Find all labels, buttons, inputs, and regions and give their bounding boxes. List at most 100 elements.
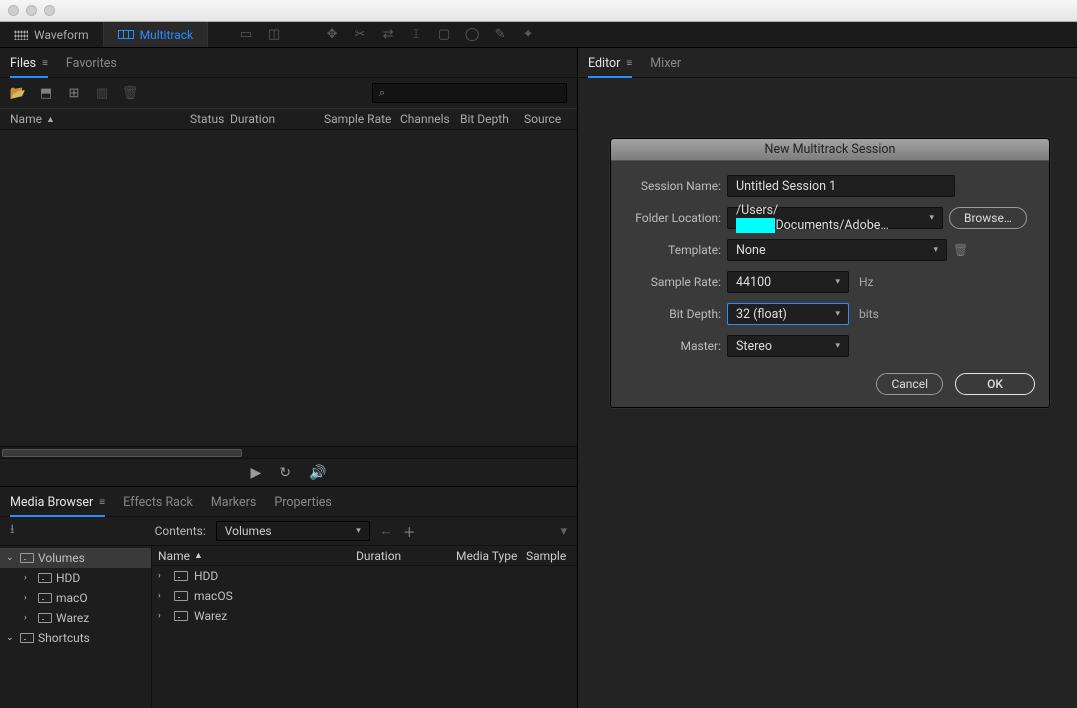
folder-path-value: /Users/████Documents/Adobe… [736, 203, 929, 233]
list-col-media-type[interactable]: Media Type [456, 549, 526, 563]
tab-markers[interactable]: Markers [211, 495, 256, 516]
mode-multitrack-tab[interactable]: Multitrack [104, 22, 209, 47]
tab-files[interactable]: Files ≡ [10, 56, 48, 78]
tool-heal-icon[interactable]: ✦ [520, 27, 536, 43]
multitrack-icon [118, 30, 134, 39]
list-item[interactable]: › HDD [152, 566, 577, 586]
tool-time-icon[interactable]: 𝙸 [408, 27, 424, 43]
zoom-traffic-light[interactable] [44, 5, 55, 16]
tab-media-browser[interactable]: Media Browser ≡ [10, 495, 105, 517]
auto-play-icon[interactable]: 🔊 [309, 465, 326, 481]
editor-tab-menu-icon[interactable]: ≡ [626, 58, 632, 69]
expand-arrow-icon[interactable]: › [158, 591, 168, 601]
bit-depth-select[interactable]: 32 (float) ▾ [727, 303, 849, 325]
new-file-icon[interactable]: ⊞ [66, 86, 82, 100]
expand-arrow-icon[interactable]: › [24, 573, 34, 583]
template-select[interactable]: None ▾ [727, 239, 947, 261]
play-icon[interactable]: ▶ [251, 465, 262, 481]
list-item[interactable]: › macOS [152, 586, 577, 606]
tool-brush-icon[interactable]: ✎ [492, 27, 508, 43]
col-sample-rate[interactable]: Sample Rate [324, 112, 400, 126]
tab-effects-rack[interactable]: Effects Rack [123, 495, 193, 516]
tool-lasso-icon[interactable]: ◯ [464, 27, 480, 43]
row-template: Template: None ▾ 🗑 [625, 239, 1035, 261]
list-item-name: HDD [194, 569, 218, 583]
mode-waveform-tab[interactable]: Waveform [0, 22, 104, 47]
col-source[interactable]: Source [524, 112, 561, 126]
drive-icon [38, 613, 52, 623]
browse-button[interactable]: Browse… [949, 207, 1027, 229]
files-scrollbar-thumb[interactable] [2, 449, 242, 457]
minimize-traffic-light[interactable] [26, 5, 37, 16]
add-shortcut-icon[interactable]: ＋ [403, 522, 416, 541]
row-master: Master: Stereo ▾ [625, 335, 1035, 357]
list-item[interactable]: › Warez [152, 606, 577, 626]
session-name-input[interactable]: Untitled Session 1 [727, 175, 955, 197]
expand-arrow-icon[interactable]: › [24, 613, 34, 623]
tree-label: Volumes [38, 551, 85, 565]
tab-editor[interactable]: Editor ≡ [588, 56, 632, 78]
tab-files-label: Files [10, 56, 36, 71]
files-transport: ▶ ↻ 🔊 [0, 458, 577, 486]
dialog-actions: Cancel OK [625, 367, 1035, 395]
tool-move-icon[interactable]: ✥ [324, 27, 340, 43]
tool-b-icon[interactable]: ◫ [266, 27, 282, 43]
delete-icon[interactable]: 🗑 [122, 86, 138, 100]
tool-razor-icon[interactable]: ✂ [352, 27, 368, 43]
master-select[interactable]: Stereo ▾ [727, 335, 849, 357]
record-file-icon[interactable]: ⬒ [38, 86, 54, 100]
tree-row-warez[interactable]: › Warez [0, 608, 151, 628]
tab-mixer[interactable]: Mixer [650, 56, 681, 77]
editor-panel-tabs: Editor ≡ Mixer [578, 48, 1077, 78]
open-file-icon[interactable]: 📂 [10, 86, 26, 100]
media-panel-tabs: Media Browser ≡ Effects Rack Markers Pro… [0, 487, 577, 517]
folder-location-select[interactable]: /Users/████Documents/Adobe… ▾ [727, 207, 943, 229]
tree-row-maco[interactable]: › macO [0, 588, 151, 608]
filter-icon[interactable]: ▾ [560, 524, 567, 539]
tool-a-icon[interactable]: ▭ [238, 27, 254, 43]
tab-favorites[interactable]: Favorites [66, 56, 117, 77]
files-horiz-scrollbar[interactable] [0, 446, 577, 458]
tree-row-hdd[interactable]: › HDD [0, 568, 151, 588]
tree-row-volumes[interactable]: ⌄ Volumes [0, 548, 151, 568]
ok-button[interactable]: OK [955, 373, 1035, 395]
loop-icon[interactable]: ↻ [279, 465, 291, 481]
files-search-input[interactable]: ⌕ [372, 83, 567, 103]
insert-clip-icon[interactable]: ▥ [94, 86, 110, 100]
drive-icon [174, 591, 188, 601]
list-col-duration[interactable]: Duration [356, 549, 456, 563]
close-traffic-light[interactable] [8, 5, 19, 16]
back-icon[interactable]: ← [380, 523, 393, 539]
tab-properties[interactable]: Properties [274, 495, 332, 516]
tool-toolbar: ▭ ◫ ✥ ✂ ⇄ 𝙸 ▢ ◯ ✎ ✦ [208, 22, 536, 47]
sample-rate-select[interactable]: 44100 ▾ [727, 271, 849, 293]
list-col-sample[interactable]: Sample [526, 549, 566, 563]
tree-label: macO [56, 591, 88, 605]
expand-arrow-icon[interactable]: › [158, 571, 168, 581]
contents-select[interactable]: Volumes ▾ [216, 521, 370, 541]
session-name-value: Untitled Session 1 [736, 179, 836, 194]
list-col-name[interactable]: Name ▲ [158, 549, 356, 563]
files-tab-menu-icon[interactable]: ≡ [42, 58, 48, 69]
col-status[interactable]: Status [190, 112, 230, 126]
tree-label: Shortcuts [38, 631, 90, 645]
list-item-name: macOS [194, 589, 233, 603]
col-name[interactable]: Name ▲ [10, 112, 190, 126]
expand-arrow-icon[interactable]: › [24, 593, 34, 603]
expand-arrow-icon[interactable]: ⌄ [6, 553, 16, 563]
col-channels[interactable]: Channels [400, 112, 460, 126]
delete-template-icon[interactable]: 🗑 [953, 243, 968, 257]
download-icon[interactable]: ⭳ [10, 520, 15, 542]
media-tab-menu-icon[interactable]: ≡ [99, 497, 105, 508]
mode-waveform-label: Waveform [34, 28, 89, 42]
cancel-button[interactable]: Cancel [876, 373, 943, 395]
contents-label: Contents: [155, 524, 206, 538]
tool-marquee-icon[interactable]: ▢ [436, 27, 452, 43]
expand-arrow-icon[interactable]: › [158, 611, 168, 621]
col-bit-depth[interactable]: Bit Depth [460, 112, 524, 126]
tool-slip-icon[interactable]: ⇄ [380, 27, 396, 43]
chevron-down-icon: ▾ [933, 245, 938, 255]
expand-arrow-icon[interactable]: ⌄ [6, 633, 16, 643]
tree-row-shortcuts[interactable]: ⌄ Shortcuts [0, 628, 151, 648]
col-duration[interactable]: Duration [230, 112, 324, 126]
